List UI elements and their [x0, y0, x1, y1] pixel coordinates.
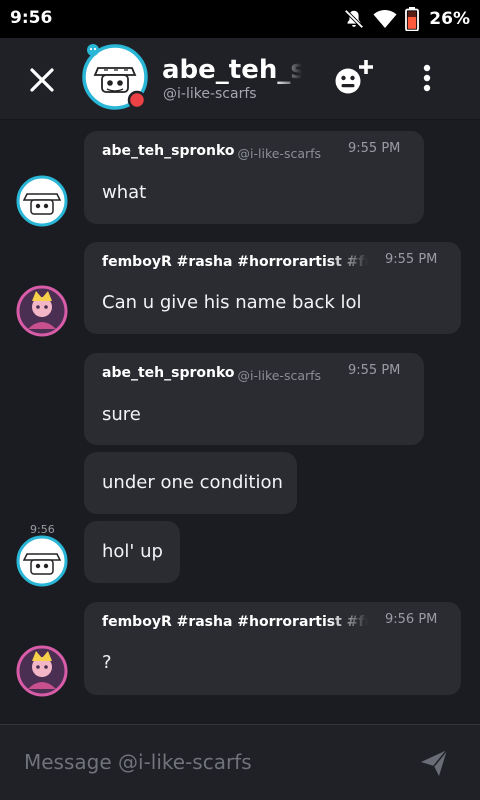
wifi-icon	[373, 9, 397, 29]
message-list[interactable]: abe_teh_spronko @i-like-scarfs 9:55 PM wh…	[0, 121, 480, 724]
avatar[interactable]	[16, 285, 68, 337]
message-author[interactable]: femboyR #rasha #horrorartist #fu	[102, 614, 368, 630]
message-bubble[interactable]: abe_teh_spronko @i-like-scarfs 9:55 PM wh…	[84, 131, 424, 224]
send-icon	[421, 749, 448, 776]
message-timestamp: 9:55 PM	[348, 363, 401, 378]
message-author[interactable]: abe_teh_spronko	[102, 143, 235, 159]
message-bubble[interactable]: hol' up	[84, 521, 180, 583]
message-bubble[interactable]: femboyR #rasha #horrorartist #fu 9:55 PM…	[84, 242, 461, 334]
message-text: under one condition	[102, 472, 283, 493]
message-timestamp: 9:55 PM	[348, 141, 401, 156]
message-bubble[interactable]: femboyR #rasha #horrorartist #fu 9:56 PM…	[84, 602, 461, 695]
avatar[interactable]	[16, 175, 68, 227]
message-header: femboyR #rasha #horrorartist #fu	[102, 254, 368, 272]
avatar[interactable]	[16, 645, 68, 697]
mute-icon	[343, 8, 365, 30]
avatar[interactable]	[16, 535, 68, 587]
header-avatar[interactable]	[82, 44, 148, 110]
message-header: femboyR #rasha #horrorartist #fu	[102, 614, 368, 632]
send-button[interactable]	[418, 747, 450, 779]
message-composer	[0, 724, 480, 800]
message-text: ?	[102, 652, 112, 673]
message-author[interactable]: abe_teh_spronko	[102, 365, 235, 381]
message-text: hol' up	[102, 541, 163, 562]
more-options-button[interactable]	[410, 58, 444, 100]
message-author[interactable]: femboyR #rasha #horrorartist #fu	[102, 254, 368, 270]
message-bubble[interactable]: under one condition	[84, 452, 297, 514]
close-icon	[30, 68, 54, 92]
message-text: sure	[102, 404, 141, 425]
message-timestamp: 9:56 PM	[385, 612, 438, 627]
message-text: Can u give his name back lol	[102, 292, 362, 313]
dm-header: abe_teh_spr @i-like-scarfs	[0, 38, 480, 120]
add-friend-icon	[335, 60, 373, 94]
message-input[interactable]	[24, 747, 394, 777]
more-icon	[423, 64, 431, 92]
close-button[interactable]	[22, 60, 62, 100]
message-bubble[interactable]: abe_teh_spronko @i-like-scarfs 9:55 PM su…	[84, 353, 424, 445]
message-handle: @i-like-scarfs	[237, 146, 322, 161]
message-header: abe_teh_spronko @i-like-scarfs	[102, 143, 321, 161]
message-handle: @i-like-scarfs	[237, 368, 322, 383]
message-text: what	[102, 182, 147, 203]
message-timestamp: 9:55 PM	[385, 252, 438, 267]
battery-percent: 26%	[429, 9, 470, 29]
header-handle: @i-like-scarfs	[163, 86, 257, 102]
add-friend-button[interactable]	[330, 58, 376, 100]
header-username: abe_teh_spr	[162, 55, 302, 85]
message-header: abe_teh_spronko @i-like-scarfs	[102, 365, 321, 383]
status-icons: 26%	[343, 5, 470, 33]
battery-icon	[405, 7, 420, 31]
status-time: 9:56	[10, 8, 53, 28]
status-bar: 9:56 26%	[0, 0, 480, 38]
